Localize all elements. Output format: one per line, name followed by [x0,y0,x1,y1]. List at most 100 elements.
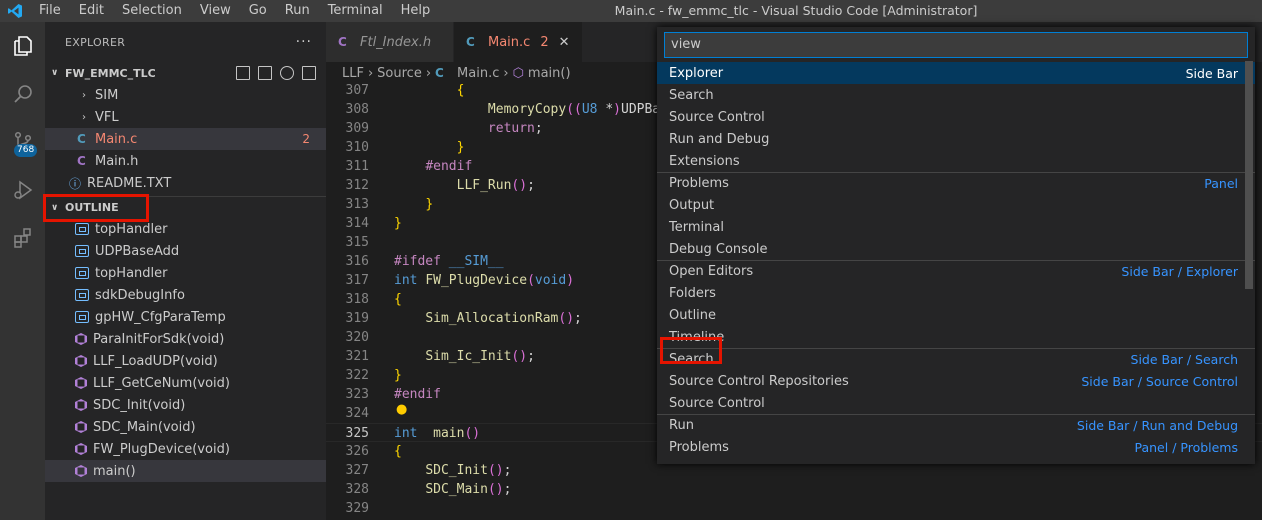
breadcrumb-file[interactable]: Main.c [457,66,499,81]
close-icon[interactable]: ✕ [559,35,570,50]
outline-item-label: main() [93,463,136,479]
palette-item-label: Run and Debug [669,131,770,147]
outline-item[interactable]: UDPBaseAdd [45,240,326,262]
palette-item-category: Side Bar / Run and Debug [1076,418,1238,433]
tree-item-label: README.TXT [87,175,172,191]
palette-item-category: Side Bar / Explorer [1121,264,1238,279]
menu-go[interactable]: Go [240,0,276,22]
palette-item-label: Outline [669,307,717,323]
outline-item[interactable]: LLF_GetCeNum(void) [45,372,326,394]
line-number: 325 [345,426,369,441]
outline-item-label: FW_PlugDevice(void) [93,441,230,457]
menu-help[interactable]: Help [392,0,440,22]
command-palette: view Explorer Side Bar Search Source Contro… [657,27,1255,464]
menu-terminal[interactable]: Terminal [319,0,392,22]
refresh-icon[interactable] [280,66,294,80]
new-folder-icon[interactable] [258,66,272,80]
explorer-icon[interactable] [0,22,45,70]
tree-item-label: VFL [95,109,119,125]
lightbulb-icon[interactable]: ● [396,402,407,417]
outline-item[interactable]: ParaInitForSdk(void) [45,328,326,350]
palette-item-label: Source Control [669,395,765,411]
palette-item[interactable]: Problems Panel [657,172,1255,194]
palette-item[interactable]: Search Side Bar / Search [657,348,1255,370]
line-number: 328 [345,482,369,497]
tree-item-readme[interactable]: ⓘ README.TXT [45,172,326,194]
breadcrumb-source[interactable]: Source [377,66,422,81]
line-number: 329 [345,501,369,516]
variable-icon [75,311,89,323]
menu-selection[interactable]: Selection [113,0,191,22]
sidebar: EXPLORER ··· ∨ FW_EMMC_TLC › SIM › VFL C… [43,22,326,520]
tree-item-main-h[interactable]: C Main.h [45,150,326,172]
breadcrumb-symbol[interactable]: main() [528,66,571,81]
palette-item[interactable]: Source Control Repositories Side Bar / So… [657,370,1255,392]
outline-item[interactable]: main() [45,460,326,482]
problem-count-badge: 2 [302,132,310,146]
collapse-all-icon[interactable] [302,66,316,80]
search-icon[interactable] [0,70,45,118]
command-palette-list: Explorer Side Bar Search Source Control Run … [657,62,1255,458]
breadcrumb-llf[interactable]: LLF [342,66,364,81]
menu-run[interactable]: Run [276,0,319,22]
outline-item[interactable]: sdkDebugInfo [45,284,326,306]
extensions-icon[interactable] [0,214,45,262]
outline-section-header[interactable]: ∨ OUTLINE [43,194,326,222]
menu-edit[interactable]: Edit [70,0,113,22]
outline-item[interactable]: LLF_LoadUDP(void) [45,350,326,372]
menu-view[interactable]: View [191,0,240,22]
palette-item-category: Panel / Problems [1134,439,1239,455]
variable-icon [75,223,89,235]
more-actions-icon[interactable]: ··· [296,34,312,50]
outline-item-label: SDC_Main(void) [93,419,196,435]
menu-file[interactable]: File [30,0,70,22]
c-file-icon: C [77,132,86,146]
palette-item-category: Panel [1204,176,1238,191]
run-debug-icon[interactable] [0,166,45,214]
palette-item[interactable]: Extensions [657,150,1255,172]
palette-item[interactable]: Outline [657,304,1255,326]
new-file-icon[interactable] [236,66,250,80]
palette-item[interactable]: Folders [657,282,1255,304]
palette-item[interactable]: Source Control [657,392,1255,414]
line-number: 321 [345,349,369,364]
outline-item-label: UDPBaseAdd [95,243,180,259]
command-palette-input[interactable]: view [664,32,1248,58]
outline-item[interactable]: FW_PlugDevice(void) [45,438,326,460]
palette-item-category: Side Bar / Source Control [1081,373,1238,389]
tree-item-sim[interactable]: › SIM [45,84,326,106]
palette-item[interactable]: Problems Panel / Problems [657,436,1255,458]
palette-scrollbar[interactable] [1245,61,1253,289]
tab-main-c[interactable]: C Main.c 2 ✕ [454,22,583,62]
palette-item[interactable]: Output [657,194,1255,216]
palette-item[interactable]: Source Control [657,106,1255,128]
code-text: } [456,140,465,155]
outline-item[interactable]: topHandler [45,218,326,240]
palette-item[interactable]: Debug Console [657,238,1255,260]
tab-ftl-index-h[interactable]: C Ftl_Index.h [326,22,454,62]
tree-item-vfl[interactable]: › VFL [45,106,326,128]
code-line[interactable]: 328 SDC_Main(); [326,480,1262,499]
tree-item-main-c[interactable]: C Main.c 2 [45,128,326,150]
palette-item[interactable]: Run and Debug [657,128,1255,150]
palette-item[interactable]: Run Side Bar / Run and Debug [657,414,1255,436]
palette-item[interactable]: Open Editors Side Bar / Explorer [657,260,1255,282]
palette-item[interactable]: Explorer Side Bar [657,62,1255,84]
source-control-icon[interactable]: 768 [0,118,45,166]
code-line[interactable]: 329 [326,499,1262,518]
palette-item-label: Problems [669,176,729,191]
folder-section-header[interactable]: ∨ FW_EMMC_TLC [45,62,326,84]
code-text: Sim_AllocationRam(); [425,311,582,326]
palette-item[interactable]: Search [657,84,1255,106]
outline-item[interactable]: gpHW_CfgParaTemp [45,306,326,328]
variable-icon [75,267,89,279]
outline-item[interactable]: SDC_Main(void) [45,416,326,438]
chevron-right-icon: › [82,89,86,101]
line-number: 326 [345,444,369,459]
palette-item[interactable]: Terminal [657,216,1255,238]
code-text: SDC_Init(); [425,463,512,478]
palette-item[interactable]: Timeline [657,326,1255,348]
tab-label: Ftl_Index.h [360,34,432,50]
outline-item[interactable]: topHandler [45,262,326,284]
outline-item[interactable]: SDC_Init(void) [45,394,326,416]
